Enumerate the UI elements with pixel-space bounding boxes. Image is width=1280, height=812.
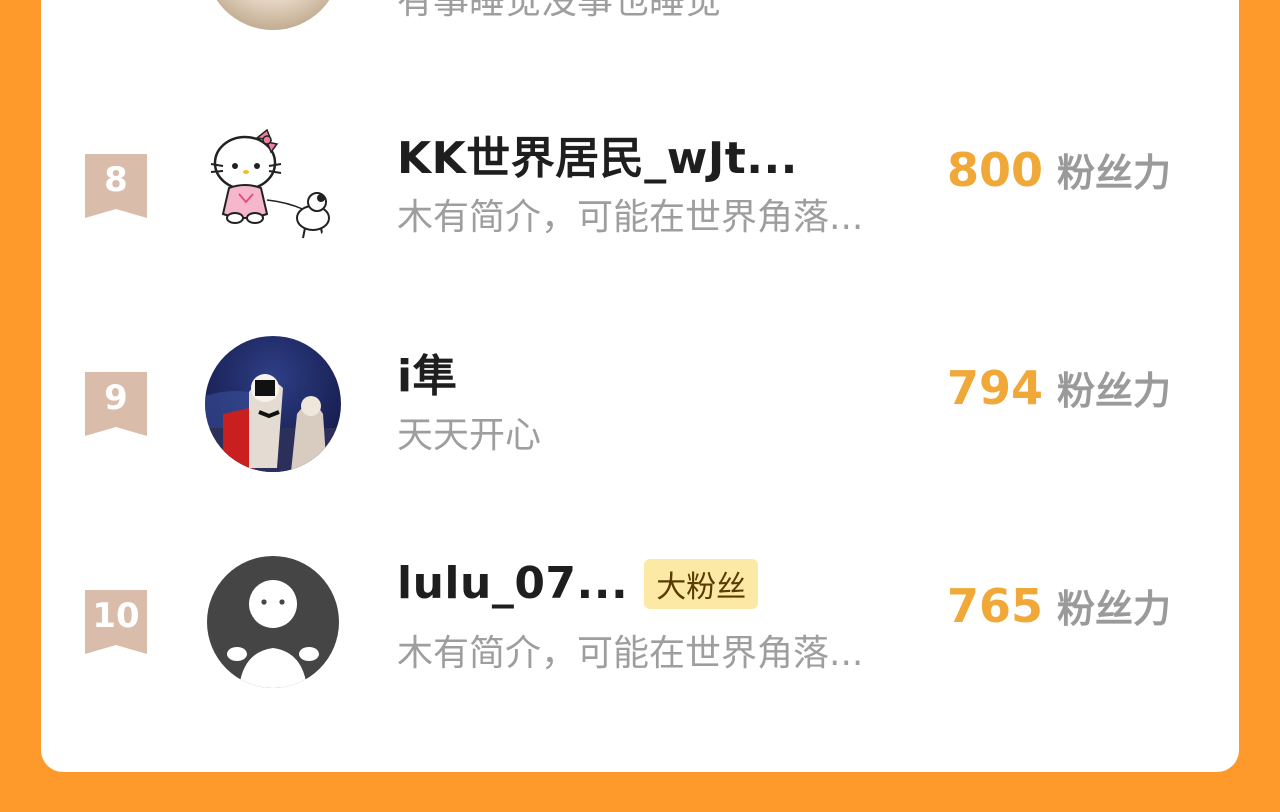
username[interactable]: KK世界居民_wJt... xyxy=(397,122,798,186)
hello-kitty-avatar[interactable] xyxy=(205,118,341,254)
fan-level-badge: 大粉丝 xyxy=(644,558,759,609)
user-bio: 天天开心 xyxy=(397,415,542,456)
avatar[interactable] xyxy=(205,0,341,30)
user-bio: 有事睡觉没事也睡觉 xyxy=(397,0,722,22)
default-avatar[interactable] xyxy=(207,556,339,688)
user-bio: 木有简介，可能在世界角落... xyxy=(397,633,864,674)
score-unit: 粉丝力 xyxy=(1057,369,1172,413)
score-unit: 粉丝力 xyxy=(1057,587,1172,631)
fan-power-score: 765 粉丝力 xyxy=(947,578,1171,633)
rank-badge: 9 xyxy=(85,372,147,436)
game-character-avatar[interactable] xyxy=(205,336,341,472)
list-item[interactable]: 9 i隼 天天开心 794 粉丝力 xyxy=(41,318,1239,478)
list-item[interactable]: 10 lulu_07... 大粉丝 木有简介，可能在世界角落... 765 粉丝… xyxy=(41,536,1239,696)
fan-power-score: 800 粉丝力 xyxy=(947,142,1171,197)
list-item[interactable]: 8 KK世界居民_wJt... 木有简介，可能在世界角落... 800 粉丝力 xyxy=(41,100,1239,260)
rank-badge: 10 xyxy=(85,590,147,654)
score-unit: 粉丝力 xyxy=(1057,151,1172,195)
username-row: lulu_07... 大粉丝 xyxy=(397,558,759,609)
ranking-card: 有事睡觉没事也睡觉 8 KK世界居民_wJt... 木有简介，可能在世界角落..… xyxy=(41,0,1239,772)
score-value: 800 xyxy=(947,143,1044,197)
score-value: 765 xyxy=(947,579,1044,633)
username[interactable]: lulu_07... xyxy=(397,558,628,609)
username[interactable]: i隼 xyxy=(397,340,457,404)
user-bio: 木有简介，可能在世界角落... xyxy=(397,197,864,238)
rank-badge: 8 xyxy=(85,154,147,218)
fan-power-score: 794 粉丝力 xyxy=(947,360,1171,415)
score-value: 794 xyxy=(947,361,1044,415)
